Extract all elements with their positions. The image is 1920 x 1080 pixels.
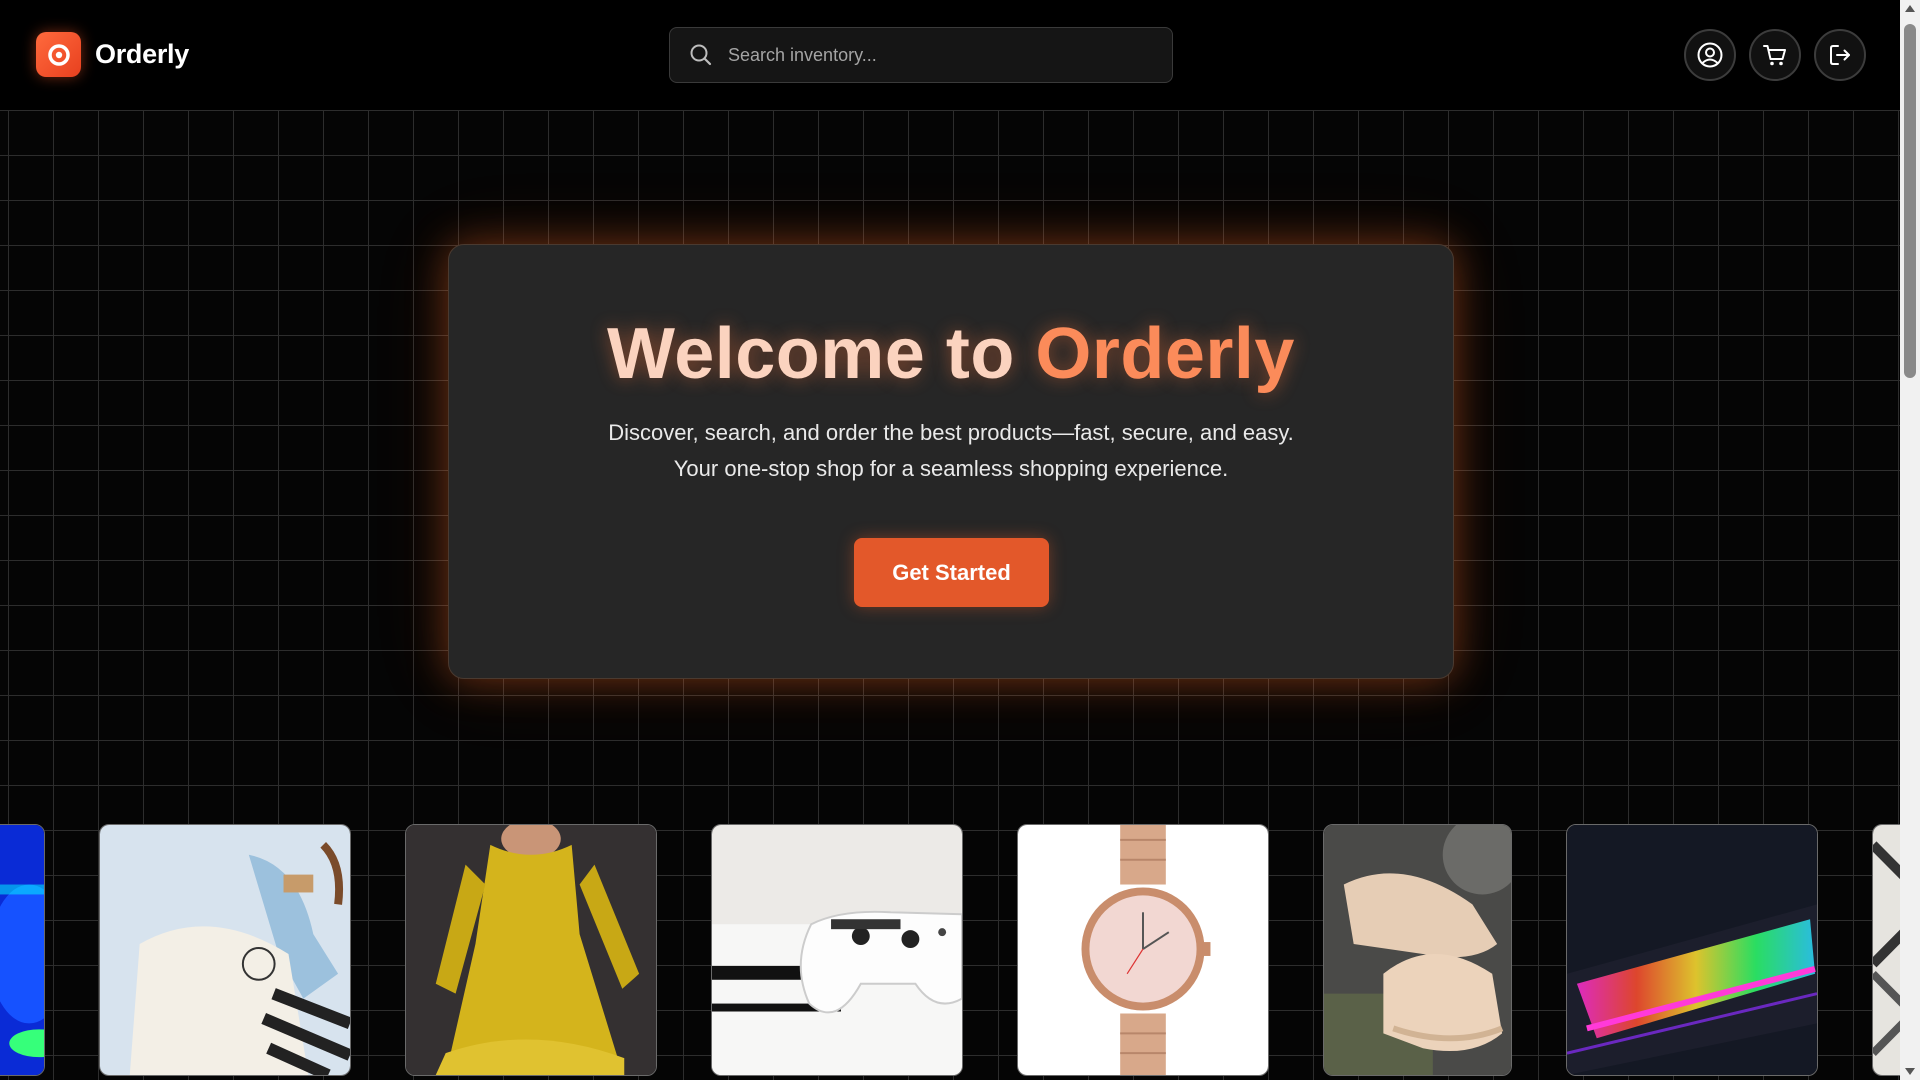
hero-title-brand: Orderly: [1035, 314, 1295, 394]
search-bar[interactable]: [669, 27, 1173, 83]
product-card[interactable]: [1323, 824, 1512, 1076]
product-card[interactable]: [1872, 824, 1900, 1076]
search-input[interactable]: [726, 43, 1146, 67]
hero-card: Welcome to Orderly Discover, search, and…: [448, 244, 1454, 679]
search-icon: [688, 42, 714, 68]
yellow-dress-image: [406, 825, 656, 1075]
product-card[interactable]: [0, 824, 45, 1076]
hero-subtitle: Discover, search, and order the best pro…: [449, 415, 1453, 487]
hero-subtitle-line-2: Your one-stop shop for a seamless shoppi…: [673, 456, 1229, 481]
brand-name: Orderly: [95, 39, 189, 69]
partial-product-image: [1873, 825, 1900, 1075]
account-button[interactable]: [1684, 29, 1736, 81]
product-card[interactable]: [405, 824, 657, 1076]
scroll-up-arrow-icon[interactable]: [1905, 5, 1915, 12]
user-account-icon: [1697, 42, 1723, 68]
logout-button[interactable]: [1814, 29, 1866, 81]
product-card[interactable]: [99, 824, 351, 1076]
logout-icon: [1830, 45, 1850, 65]
rgb-keyboard-image: [1567, 825, 1817, 1075]
hero-title: Welcome to Orderly: [449, 313, 1453, 395]
scrollbar-thumb[interactable]: [1904, 24, 1916, 378]
orderly-logo-icon: [36, 32, 81, 77]
game-controller-image: [712, 825, 962, 1075]
product-carousel: [0, 822, 1900, 1080]
rgb-device-image: [0, 825, 44, 1075]
hero-title-lead: Welcome to: [607, 314, 1036, 394]
hero-subtitle-line-1: Discover, search, and order the best pro…: [608, 420, 1294, 445]
cart-button[interactable]: [1749, 29, 1801, 81]
brand[interactable]: Orderly: [36, 32, 189, 77]
product-card[interactable]: [711, 824, 963, 1076]
scroll-down-arrow-icon[interactable]: [1905, 1068, 1915, 1075]
sneakers-image: [1324, 825, 1511, 1075]
wristwatch-image: [1018, 825, 1268, 1075]
get-started-button[interactable]: Get Started: [854, 538, 1049, 607]
product-card[interactable]: [1566, 824, 1818, 1076]
page-scrollbar[interactable]: [1900, 0, 1920, 1080]
product-card[interactable]: [1017, 824, 1269, 1076]
top-navbar: Orderly: [0, 0, 1900, 110]
cart-icon: [1763, 45, 1786, 66]
sweater-jeans-image: [100, 825, 350, 1075]
